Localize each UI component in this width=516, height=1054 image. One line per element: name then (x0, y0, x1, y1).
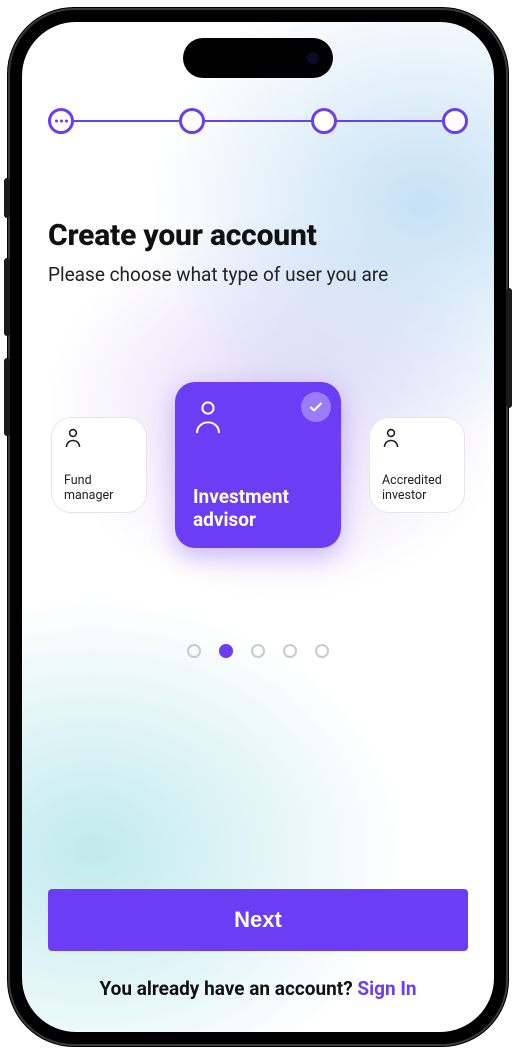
page-subtitle: Please choose what type of user you are (48, 263, 468, 286)
phone-frame: Create your account Please choose what t… (8, 8, 508, 1046)
page-title: Create your account (48, 218, 468, 253)
next-button[interactable]: Next (48, 889, 468, 951)
device-button (506, 288, 512, 408)
option-label: Accredited investor (382, 473, 454, 504)
pager-dot[interactable] (315, 644, 329, 658)
person-icon (64, 428, 136, 448)
option-fund-manager[interactable]: Fund manager (51, 417, 147, 513)
device-button (4, 358, 10, 436)
screen: Create your account Please choose what t… (22, 22, 494, 1032)
device-button (4, 178, 10, 218)
option-accredited-investor[interactable]: Accredited investor (369, 417, 465, 513)
dynamic-island (183, 38, 333, 78)
progress-step-3 (311, 108, 337, 134)
check-icon (301, 392, 331, 422)
signin-prompt: You already have an account? (99, 977, 357, 1000)
device-button (4, 258, 10, 336)
pager-dot[interactable] (187, 644, 201, 658)
signin-link[interactable]: Sign In (357, 977, 416, 1000)
progress-step-2 (179, 108, 205, 134)
pager-dot[interactable] (251, 644, 265, 658)
pager-dot[interactable] (219, 644, 233, 658)
pager-dots (48, 644, 468, 658)
option-label: Investment advisor (193, 485, 325, 533)
signin-row: You already have an account? Sign In (48, 977, 468, 1006)
person-icon (382, 428, 454, 448)
pager-dot[interactable] (283, 644, 297, 658)
progress-step-4 (442, 108, 468, 134)
user-type-carousel[interactable]: Fund manager Investment advisor (48, 382, 468, 548)
option-label: Fund manager (64, 473, 136, 504)
option-investment-advisor[interactable]: Investment advisor (175, 382, 341, 548)
progress-step-1 (48, 108, 74, 134)
progress-indicator (48, 106, 468, 136)
